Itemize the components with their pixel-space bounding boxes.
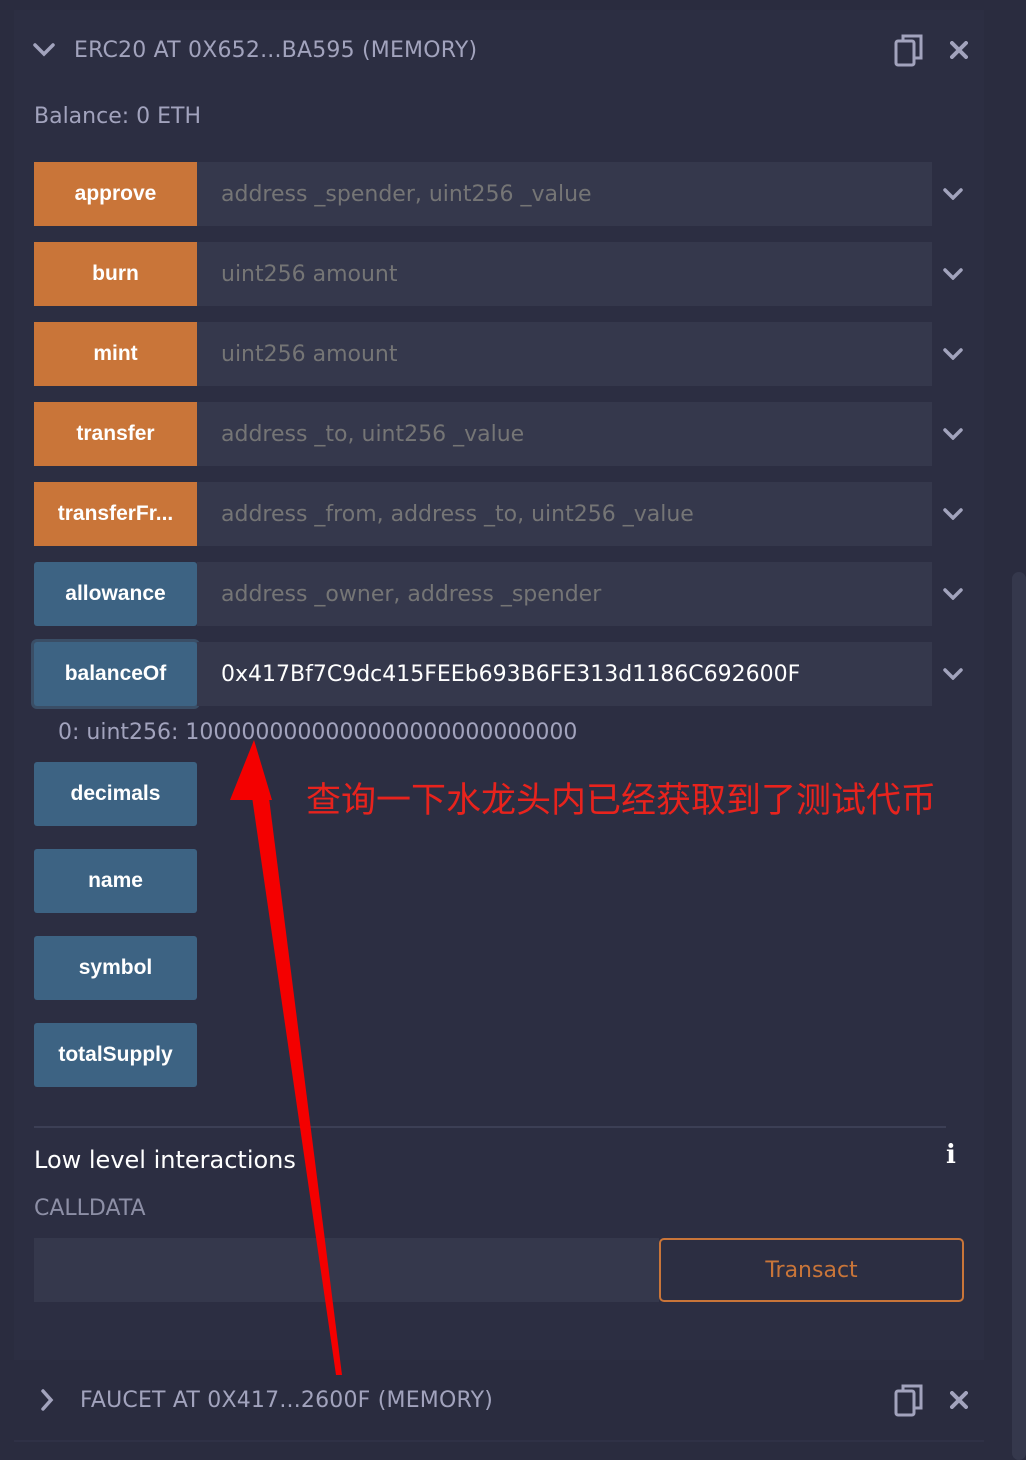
- annotation-text: 查询一下水龙头内已经获取到了测试代币: [306, 781, 937, 821]
- annotation-arrow: [230, 740, 342, 1375]
